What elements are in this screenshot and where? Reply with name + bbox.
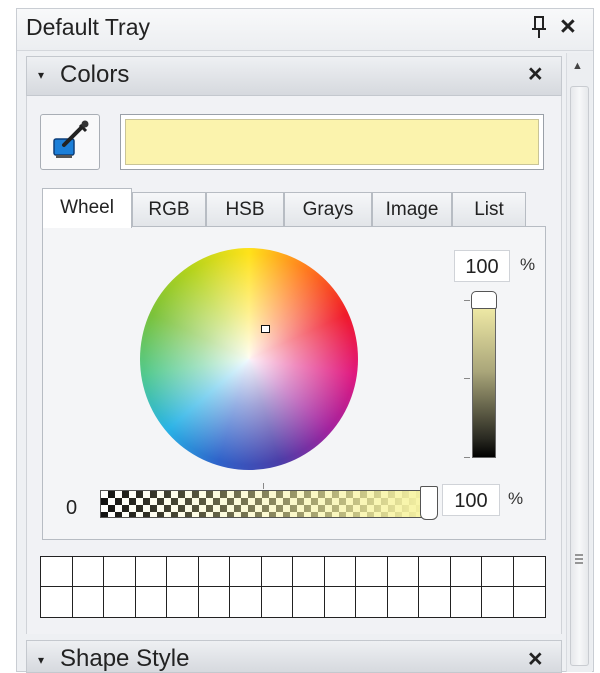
scroll-grip-icon — [573, 552, 585, 566]
brightness-unit-label: % — [520, 255, 536, 274]
palette-swatch[interactable] — [104, 587, 136, 617]
tab-hsb[interactable]: HSB — [206, 192, 284, 226]
current-color-fill — [125, 119, 539, 165]
opacity-slider[interactable] — [100, 490, 430, 518]
brightness-slider-thumb[interactable] — [471, 291, 497, 309]
brightness-slider[interactable] — [472, 300, 496, 458]
palette-swatch[interactable] — [230, 557, 262, 587]
shape-style-docker-title: Shape Style — [60, 645, 190, 672]
opacity-min-label: 0 — [66, 497, 78, 519]
scroll-up-arrow-icon[interactable]: ▲ — [572, 60, 583, 72]
eyedropper-button[interactable] — [40, 114, 100, 170]
palette-swatch[interactable] — [261, 557, 293, 587]
palette-swatch[interactable] — [198, 557, 230, 587]
eyedropper-icon — [53, 120, 89, 158]
pin-icon[interactable] — [530, 14, 548, 40]
colors-close-button[interactable]: × — [528, 60, 543, 88]
palette-swatch[interactable] — [261, 587, 293, 617]
palette-swatch[interactable] — [419, 587, 451, 617]
tab-grays[interactable]: Grays — [284, 192, 372, 226]
scrollbar-thumb[interactable] — [570, 86, 589, 666]
palette-swatch[interactable] — [513, 587, 545, 617]
palette-swatch[interactable] — [135, 587, 167, 617]
shape-style-close-button[interactable]: × — [528, 645, 543, 673]
palette-swatch[interactable] — [72, 587, 104, 617]
color-wheel-marker[interactable] — [261, 325, 270, 333]
palette-swatch[interactable] — [167, 557, 199, 587]
tab-wheel[interactable]: Wheel — [42, 188, 132, 228]
palette-swatch[interactable] — [450, 587, 482, 617]
opacity-tick — [263, 483, 264, 489]
palette-swatch[interactable] — [387, 557, 419, 587]
palette-swatch[interactable] — [482, 557, 514, 587]
brightness-tick — [464, 378, 470, 379]
brightness-tick — [464, 457, 470, 458]
current-color-swatch — [120, 114, 544, 170]
brightness-tick — [464, 300, 470, 301]
palette-swatch[interactable] — [230, 587, 262, 617]
palette-swatch[interactable] — [356, 557, 388, 587]
shape-style-collapse-icon[interactable]: ▾ — [38, 653, 44, 667]
palette-swatch[interactable] — [482, 587, 514, 617]
tray-title: Default Tray — [26, 14, 150, 40]
palette-swatch[interactable] — [419, 557, 451, 587]
tray-close-button[interactable]: × — [560, 11, 576, 41]
palette-swatch[interactable] — [324, 587, 356, 617]
opacity-slider-thumb[interactable] — [420, 486, 438, 520]
palette-swatch[interactable] — [41, 557, 73, 587]
colors-docker-title: Colors — [60, 61, 130, 88]
tab-image[interactable]: Image — [372, 192, 452, 226]
palette-swatch[interactable] — [513, 557, 545, 587]
palette-swatch[interactable] — [41, 587, 73, 617]
palette-swatch[interactable] — [387, 587, 419, 617]
color-wheel[interactable] — [140, 248, 358, 470]
color-palette-grid — [40, 556, 546, 618]
opacity-input[interactable]: 100 — [442, 484, 500, 516]
palette-swatch[interactable] — [293, 557, 325, 587]
palette-swatch[interactable] — [324, 557, 356, 587]
palette-swatch[interactable] — [198, 587, 230, 617]
colors-collapse-icon[interactable]: ▾ — [38, 68, 44, 82]
palette-swatch[interactable] — [104, 557, 136, 587]
tab-rgb[interactable]: RGB — [132, 192, 206, 226]
palette-swatch[interactable] — [135, 557, 167, 587]
palette-swatch[interactable] — [450, 557, 482, 587]
palette-swatch[interactable] — [72, 557, 104, 587]
palette-swatch[interactable] — [356, 587, 388, 617]
palette-swatch[interactable] — [167, 587, 199, 617]
tab-list[interactable]: List — [452, 192, 526, 226]
palette-swatch[interactable] — [293, 587, 325, 617]
opacity-unit-label: % — [508, 489, 524, 508]
brightness-input[interactable]: 100 — [454, 250, 510, 282]
